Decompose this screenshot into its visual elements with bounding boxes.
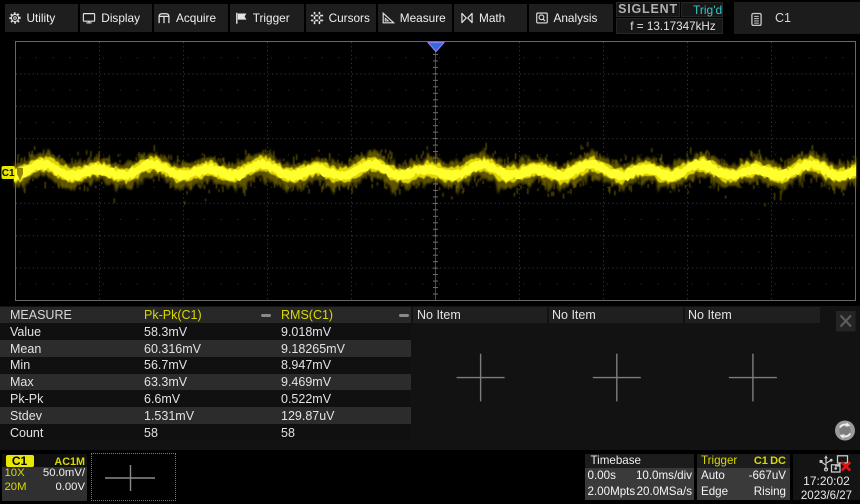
svg-text:C1: C1: [2, 168, 15, 179]
